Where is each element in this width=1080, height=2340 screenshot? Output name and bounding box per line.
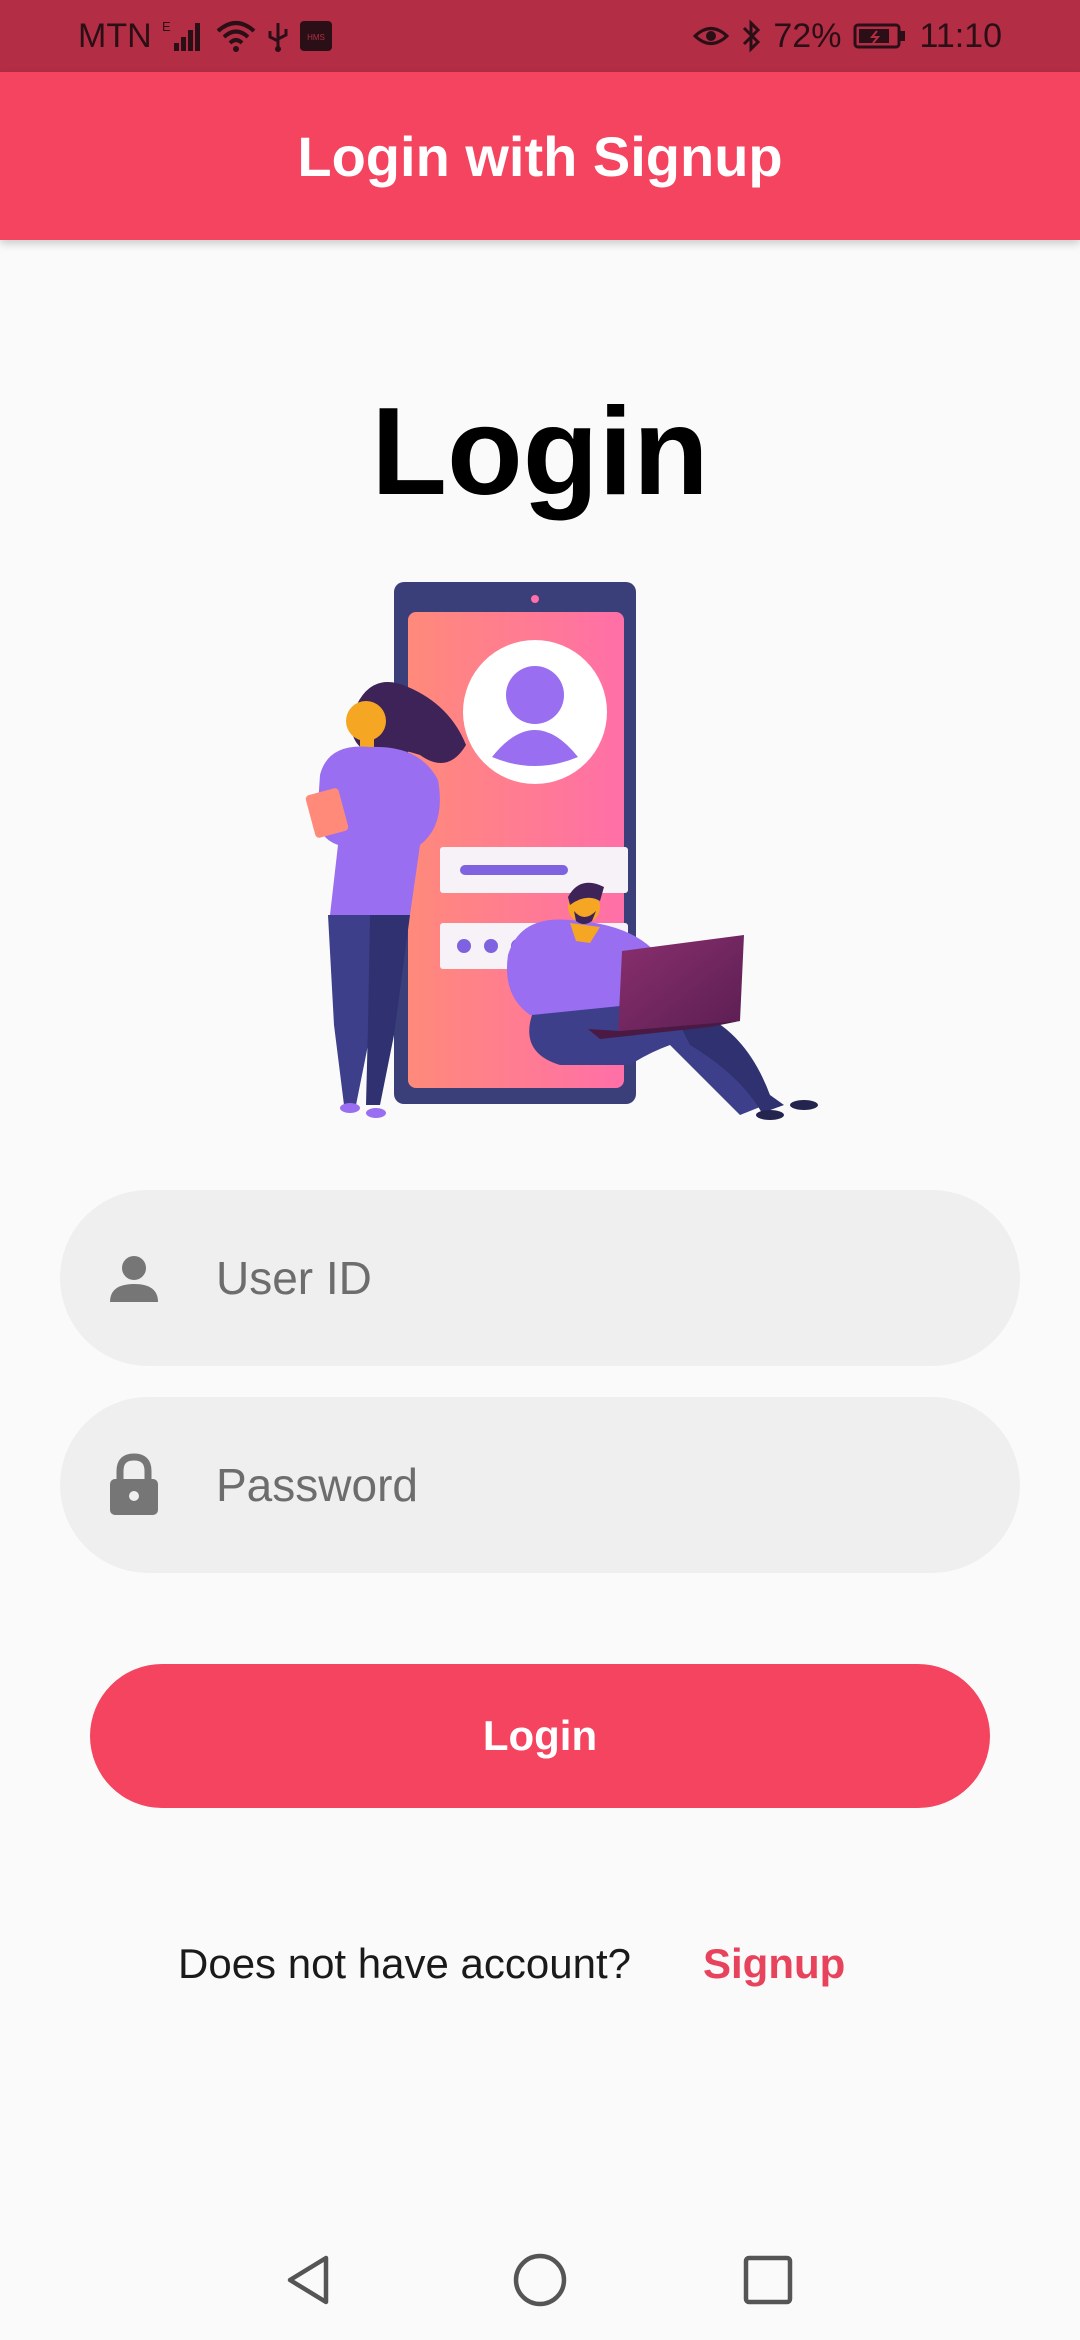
clock: 11:10 xyxy=(919,16,1002,55)
signal-icon: E xyxy=(162,19,206,53)
login-button[interactable]: Login xyxy=(90,1664,990,1808)
login-illustration xyxy=(270,575,830,1135)
hms-label: HMS xyxy=(307,33,325,42)
person-icon xyxy=(106,1250,162,1306)
status-right: 72% 11:10 xyxy=(693,0,1002,72)
app-bar: Login with Signup xyxy=(0,72,1080,240)
usb-icon xyxy=(266,19,290,53)
status-left: MTN E HMS xyxy=(78,0,332,72)
home-icon[interactable] xyxy=(510,2250,570,2310)
wifi-icon xyxy=(216,19,256,53)
lock-icon xyxy=(106,1453,162,1515)
signup-prompt: Does not have account? xyxy=(178,1940,631,1987)
password-input[interactable] xyxy=(214,1457,978,1513)
user-id-input[interactable] xyxy=(214,1250,978,1306)
back-icon[interactable] xyxy=(280,2250,340,2310)
battery-icon xyxy=(853,21,907,51)
status-bar: MTN E HMS 72% 11:10 xyxy=(0,0,1080,72)
network-type-label: E xyxy=(162,19,171,34)
recents-icon[interactable] xyxy=(738,2250,798,2310)
user-id-field[interactable] xyxy=(60,1190,1020,1366)
bluetooth-icon xyxy=(741,19,761,53)
hms-icon: HMS xyxy=(299,21,332,51)
eye-icon xyxy=(693,21,730,51)
battery-percent: 72% xyxy=(773,16,842,55)
signup-row: Does not have account? Signup xyxy=(0,1940,1080,2000)
navigation-bar xyxy=(0,2220,1080,2340)
page-title: Login xyxy=(371,383,709,521)
carrier-label: MTN xyxy=(78,16,152,55)
app-title: Login with Signup xyxy=(297,124,783,188)
password-field[interactable] xyxy=(60,1397,1020,1573)
signup-link[interactable]: Signup xyxy=(703,1940,845,1988)
